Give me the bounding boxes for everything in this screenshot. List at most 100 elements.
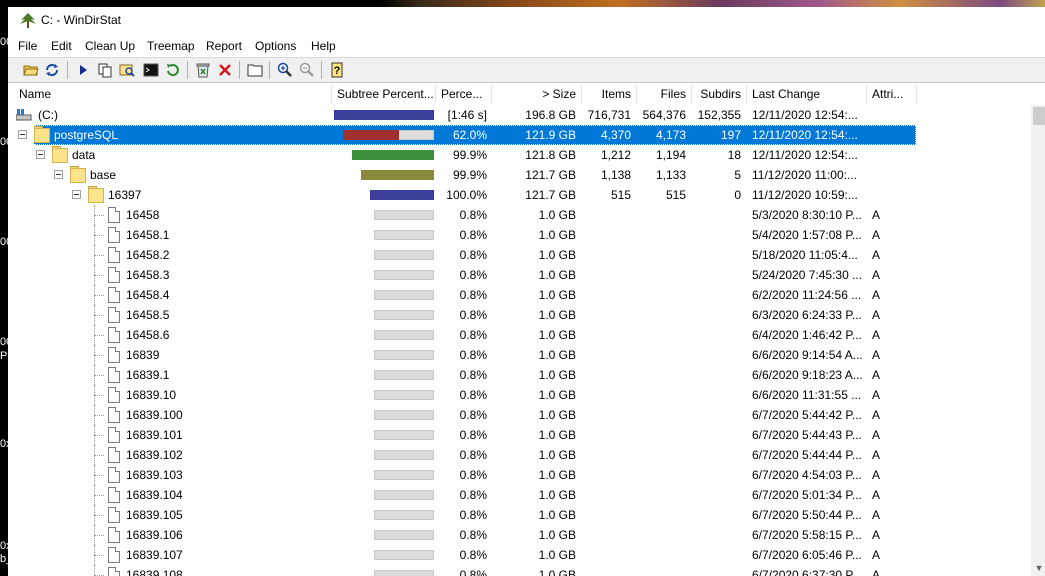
size-value: 121.7 GB: [525, 188, 576, 202]
file-row[interactable]: 16839.106 0.8% 1.0 GB 6/7/2020 5:58:15 P...…: [14, 525, 1024, 545]
file-row[interactable]: 16839.1 0.8% 1.0 GB 6/6/2020 9:18:23 A... A: [14, 365, 1024, 385]
last-change-value: 5/3/2020 8:30:10 P...: [752, 208, 862, 222]
menu-help[interactable]: Help: [311, 39, 336, 53]
item-name: (C:): [38, 108, 58, 122]
vertical-scrollbar[interactable]: ▲ ▼: [1031, 105, 1045, 576]
tree-connector: [94, 365, 95, 385]
file-row[interactable]: 16839.102 0.8% 1.0 GB 6/7/2020 5:44:44 P...…: [14, 445, 1024, 465]
file-row[interactable]: 16839.108 0.8% 1.0 GB 6/7/2020 6:37:30 P...…: [14, 565, 1024, 576]
column-items[interactable]: Items: [582, 84, 637, 104]
file-row[interactable]: 16839.104 0.8% 1.0 GB 6/7/2020 5:01:34 P...…: [14, 485, 1024, 505]
last-change-value: 6/2/2020 11:24:56 ...: [752, 288, 862, 302]
item-name: 16458.4: [126, 288, 170, 302]
title-bar[interactable]: C: - WinDirStat: [8, 7, 1045, 34]
column-subtree-percent[interactable]: Subtree Percent...: [332, 84, 436, 104]
refresh-selected-icon[interactable]: [164, 61, 182, 79]
tree-connector: [94, 255, 104, 256]
toolbar-separator: [321, 61, 322, 79]
file-row[interactable]: 16458.5 0.8% 1.0 GB 6/3/2020 6:24:33 P... A: [14, 305, 1024, 325]
column-subdirs[interactable]: Subdirs: [692, 84, 747, 104]
tree-connector: [94, 295, 104, 296]
subdirs-value: 197: [720, 128, 741, 142]
attributes-value: A: [872, 428, 881, 442]
file-row[interactable]: 16458.3 0.8% 1.0 GB 5/24/2020 7:45:30 ... A: [14, 265, 1024, 285]
drive-row[interactable]: (C:) [1:46 s] 196.8 GB 716,731 564,376 152,35…: [14, 105, 1024, 125]
attributes-value: A: [872, 328, 881, 342]
file-row[interactable]: 16839.101 0.8% 1.0 GB 6/7/2020 5:44:43 P...…: [14, 425, 1024, 445]
items-value: [582, 505, 631, 525]
items-value: [582, 545, 631, 565]
item-name: 16397: [108, 188, 142, 202]
column-last-change[interactable]: Last Change: [747, 84, 867, 104]
column-name[interactable]: Name: [14, 84, 332, 104]
delete-icon[interactable]: [216, 61, 234, 79]
menu-edit[interactable]: Edit: [51, 39, 72, 53]
size-value: 121.8 GB: [525, 148, 576, 162]
folder-icon: [88, 186, 104, 203]
collapse-icon[interactable]: [36, 150, 45, 159]
column-attributes[interactable]: Attri...: [867, 84, 917, 104]
file-row[interactable]: 16839.10 0.8% 1.0 GB 6/6/2020 11:31:55 ... A: [14, 385, 1024, 405]
refresh-icon[interactable]: [43, 61, 61, 79]
files-value: 515: [665, 188, 686, 202]
collapse-icon[interactable]: [72, 190, 81, 199]
percent-value: 99.9%: [452, 148, 487, 162]
item-name: 16839.103: [126, 468, 183, 482]
last-change-value: 5/24/2020 7:45:30 ...: [752, 268, 863, 282]
file-row[interactable]: 16839.107 0.8% 1.0 GB 6/7/2020 6:05:46 P...…: [14, 545, 1024, 565]
column-percent[interactable]: Perce...: [436, 84, 492, 104]
last-change-value: 6/7/2020 5:44:44 P...: [752, 448, 862, 462]
folder-icon: [52, 146, 68, 163]
file-row[interactable]: 16839 0.8% 1.0 GB 6/6/2020 9:14:54 A... A: [14, 345, 1024, 365]
open-icon[interactable]: [22, 61, 40, 79]
menu-options[interactable]: Options: [255, 39, 296, 53]
new-folder-icon[interactable]: [246, 61, 264, 79]
item-name: postgreSQL: [54, 128, 119, 142]
file-icon: [108, 527, 120, 543]
zoom-in-icon[interactable]: [276, 61, 294, 79]
folder-row[interactable]: base 99.9% 121.7 GB 1,138 1,133 5 11/12/2020 1…: [14, 165, 1024, 185]
attributes-value: A: [872, 568, 881, 576]
file-row[interactable]: 16458.1 0.8% 1.0 GB 5/4/2020 1:57:08 P... A: [14, 225, 1024, 245]
command-prompt-icon[interactable]: [142, 61, 160, 79]
file-row[interactable]: 16458.6 0.8% 1.0 GB 6/4/2020 1:46:42 P... A: [14, 325, 1024, 345]
zoom-out-icon[interactable]: [298, 61, 316, 79]
subdirs-value: [692, 265, 741, 285]
help-icon[interactable]: ?: [328, 61, 346, 79]
folder-row[interactable]: data 99.9% 121.8 GB 1,212 1,194 18 12/11/2020 …: [14, 145, 1024, 165]
subtree-percent-bar: [374, 270, 434, 280]
subdirs-value: [692, 505, 741, 525]
items-value: [582, 385, 631, 405]
menu-treemap[interactable]: Treemap: [147, 39, 195, 53]
file-row[interactable]: 16458.2 0.8% 1.0 GB 5/18/2020 11:05:4... A: [14, 245, 1024, 265]
subtree-percent-fill: [334, 110, 434, 120]
file-row[interactable]: 16458.4 0.8% 1.0 GB 6/2/2020 11:24:56 ... A: [14, 285, 1024, 305]
play-icon[interactable]: [74, 61, 92, 79]
scroll-down-icon[interactable]: ▼: [1031, 560, 1045, 576]
file-row[interactable]: 16839.103 0.8% 1.0 GB 6/7/2020 4:54:03 P...…: [14, 465, 1024, 485]
file-row[interactable]: 16839.105 0.8% 1.0 GB 6/7/2020 5:50:44 P...…: [14, 505, 1024, 525]
collapse-icon[interactable]: [18, 130, 27, 139]
folder-row[interactable]: 16397 100.0% 121.7 GB 515 515 0 11/12/2020 10:…: [14, 185, 1024, 205]
file-row[interactable]: 16458 0.8% 1.0 GB 5/3/2020 8:30:10 P... A: [14, 205, 1024, 225]
folder-row[interactable]: postgreSQL 62.0% 121.9 GB 4,370 4,173 197 12/1…: [14, 125, 1024, 145]
file-row[interactable]: 16839.100 0.8% 1.0 GB 6/7/2020 5:44:42 P...…: [14, 405, 1024, 425]
file-icon: [108, 207, 120, 223]
column-files[interactable]: Files: [637, 84, 692, 104]
column-size[interactable]: > Size: [492, 84, 582, 104]
attributes-value: A: [872, 388, 881, 402]
files-value: [637, 305, 686, 325]
item-name: 16839.105: [126, 508, 183, 522]
recycle-bin-icon[interactable]: [194, 61, 212, 79]
collapse-icon[interactable]: [54, 170, 63, 179]
file-icon: [108, 227, 120, 243]
files-value: [637, 345, 686, 365]
subdirs-value: [692, 285, 741, 305]
menu-file[interactable]: File: [18, 39, 37, 53]
percent-value: 0.8%: [459, 568, 487, 576]
copy-icon[interactable]: [96, 61, 114, 79]
explorer-icon[interactable]: [118, 61, 136, 79]
menu-clean-up[interactable]: Clean Up: [85, 39, 135, 53]
scroll-thumb[interactable]: [1033, 107, 1045, 125]
menu-report[interactable]: Report: [206, 39, 242, 53]
